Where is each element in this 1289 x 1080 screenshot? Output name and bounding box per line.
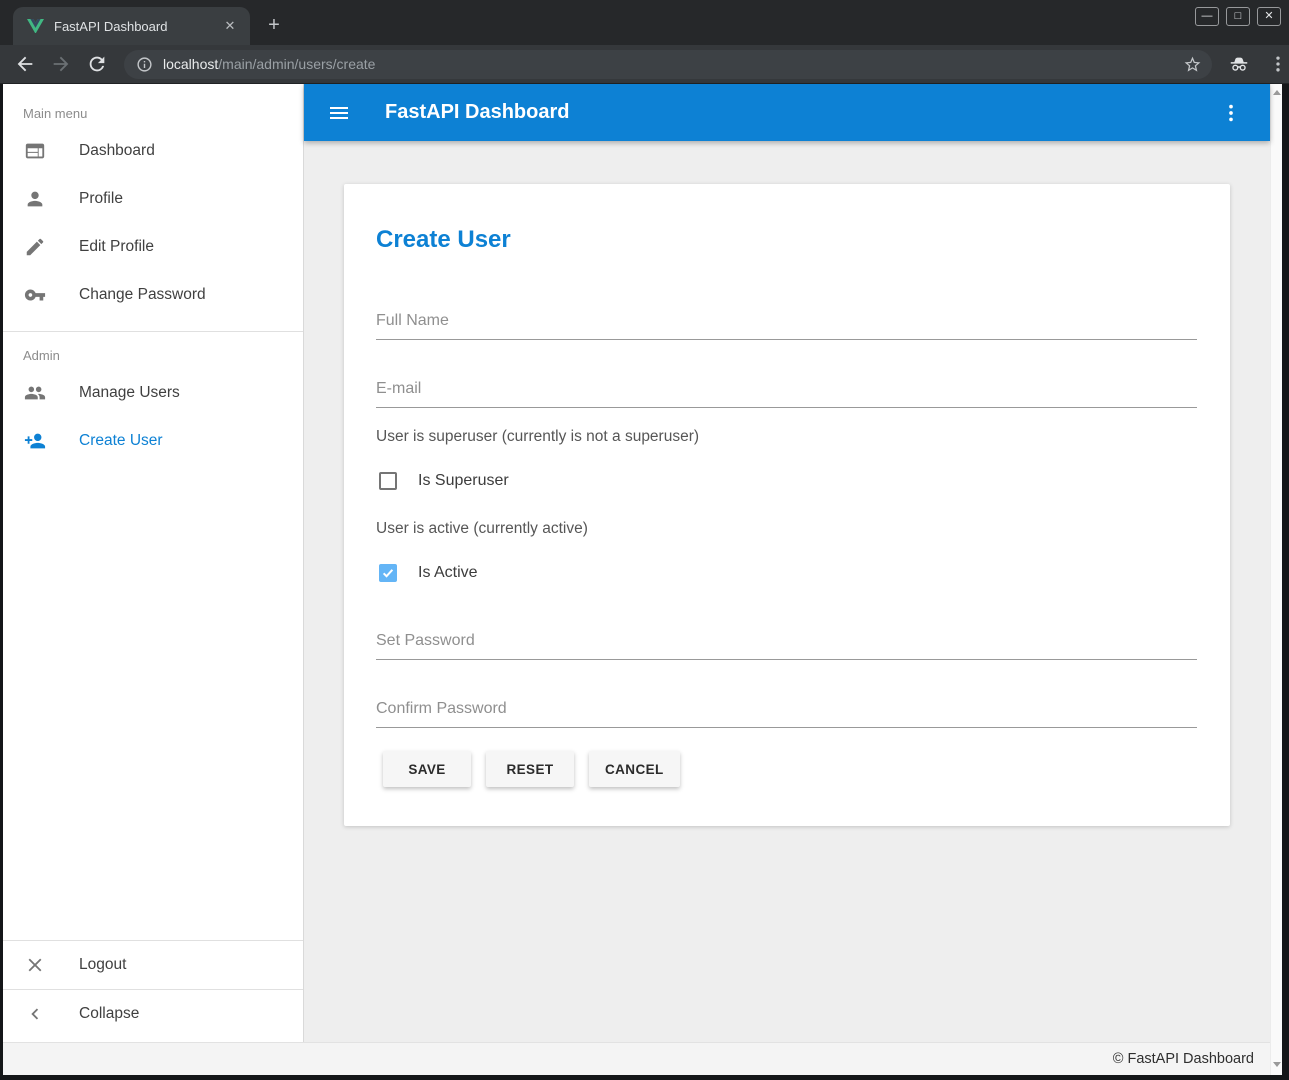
address-bar[interactable]: localhost/main/admin/users/create: [124, 50, 1212, 79]
full-name-field-wrap: [376, 310, 1197, 340]
url-text[interactable]: localhost/main/admin/users/create: [163, 56, 1183, 72]
browser-menu-icon[interactable]: [1268, 54, 1288, 74]
minimize-button[interactable]: —: [1195, 7, 1219, 26]
active-checkbox[interactable]: [379, 564, 397, 582]
full-name-input[interactable]: [376, 310, 1197, 340]
close-button[interactable]: ✕: [1257, 7, 1281, 26]
set-password-input[interactable]: [376, 630, 1197, 660]
vue-logo-icon: [27, 19, 44, 34]
sidebar-item-edit-profile[interactable]: Edit Profile: [3, 223, 303, 271]
person-add-icon: [24, 430, 46, 452]
dashboard-icon: [24, 140, 46, 162]
set-password-field-wrap: [376, 630, 1197, 660]
maximize-button[interactable]: □: [1226, 7, 1250, 26]
toolbar-right: [1228, 53, 1288, 75]
confirm-password-input[interactable]: [376, 698, 1197, 728]
close-icon: [24, 954, 46, 976]
sidebar-item-profile[interactable]: Profile: [3, 175, 303, 223]
browser-toolbar: localhost/main/admin/users/create: [0, 45, 1289, 84]
browser-tabstrip: FastAPI Dashboard ✕ + — □ ✕: [0, 0, 1289, 45]
scroll-up-icon[interactable]: [1273, 90, 1281, 95]
sidebar-bottom: Logout Collapse: [3, 940, 303, 1038]
superuser-checkbox-label: Is Superuser: [418, 472, 509, 490]
superuser-checkbox-row[interactable]: Is Superuser: [379, 472, 509, 490]
page-title: Create User: [376, 226, 511, 254]
forward-icon: [50, 53, 72, 75]
sidebar-item-label: Logout: [79, 956, 126, 974]
email-input[interactable]: [376, 378, 1197, 408]
window-controls: — □ ✕: [1195, 7, 1281, 26]
scroll-down-icon[interactable]: [1273, 1062, 1281, 1067]
sidebar-divider: [3, 331, 303, 332]
sidebar-item-create-user[interactable]: Create User: [3, 417, 303, 465]
form-buttons: SAVE RESET CANCEL: [383, 751, 680, 787]
page: Main menu Dashboard Profile Edit Profile…: [3, 84, 1282, 1075]
active-hint: User is active (currently active): [376, 520, 588, 538]
tab-title: FastAPI Dashboard: [54, 19, 220, 34]
sidebar-item-manage-users[interactable]: Manage Users: [3, 369, 303, 417]
app-menu-dots-icon[interactable]: [1220, 102, 1242, 124]
sidebar-item-label: Profile: [79, 190, 123, 208]
reset-button[interactable]: RESET: [486, 751, 574, 787]
info-icon[interactable]: [136, 56, 153, 73]
sidebar: Main menu Dashboard Profile Edit Profile…: [3, 84, 304, 1042]
url-host: localhost: [163, 56, 218, 72]
sidebar-item-label: Change Password: [79, 286, 206, 304]
active-checkbox-row[interactable]: Is Active: [379, 564, 478, 582]
page-scrollbar[interactable]: [1270, 84, 1282, 1075]
main-content: Create User User is superuser (currently…: [304, 141, 1270, 1042]
app-title: FastAPI Dashboard: [385, 101, 1220, 124]
incognito-icon: [1228, 53, 1250, 75]
key-icon: [24, 284, 46, 306]
hamburger-menu-icon[interactable]: [327, 101, 351, 125]
sidebar-item-label: Manage Users: [79, 384, 180, 402]
sidebar-item-label: Collapse: [79, 1005, 139, 1023]
back-icon[interactable]: [14, 53, 36, 75]
reload-icon[interactable]: [86, 53, 108, 75]
sidebar-section-header: Admin: [23, 348, 303, 363]
sidebar-item-change-password[interactable]: Change Password: [3, 271, 303, 319]
people-icon: [24, 382, 46, 404]
footer: © FastAPI Dashboard: [3, 1042, 1270, 1075]
chevron-left-icon: [24, 1003, 46, 1025]
sidebar-item-label: Dashboard: [79, 142, 155, 160]
sidebar-section-header: Main menu: [23, 106, 303, 121]
sidebar-item-label: Edit Profile: [79, 238, 154, 256]
browser-tab[interactable]: FastAPI Dashboard ✕: [13, 7, 250, 45]
superuser-hint: User is superuser (currently is not a su…: [376, 428, 699, 446]
copyright-text: © FastAPI Dashboard: [1113, 1051, 1254, 1067]
save-button[interactable]: SAVE: [383, 751, 471, 787]
confirm-password-field-wrap: [376, 698, 1197, 728]
active-checkbox-label: Is Active: [418, 564, 478, 582]
bookmark-star-icon[interactable]: [1183, 55, 1202, 74]
sidebar-item-dashboard[interactable]: Dashboard: [3, 127, 303, 175]
cancel-button[interactable]: CANCEL: [589, 751, 680, 787]
create-user-card: Create User User is superuser (currently…: [344, 184, 1230, 826]
email-field-wrap: [376, 378, 1197, 408]
sidebar-item-logout[interactable]: Logout: [3, 941, 303, 989]
url-path: /main/admin/users/create: [218, 56, 375, 72]
tab-close-icon[interactable]: ✕: [220, 16, 240, 36]
new-tab-button[interactable]: +: [261, 13, 287, 39]
pencil-icon: [24, 236, 46, 258]
sidebar-item-label: Create User: [79, 432, 163, 450]
app-bar: FastAPI Dashboard: [304, 84, 1270, 141]
person-icon: [24, 188, 46, 210]
superuser-checkbox[interactable]: [379, 472, 397, 490]
sidebar-item-collapse[interactable]: Collapse: [3, 990, 303, 1038]
